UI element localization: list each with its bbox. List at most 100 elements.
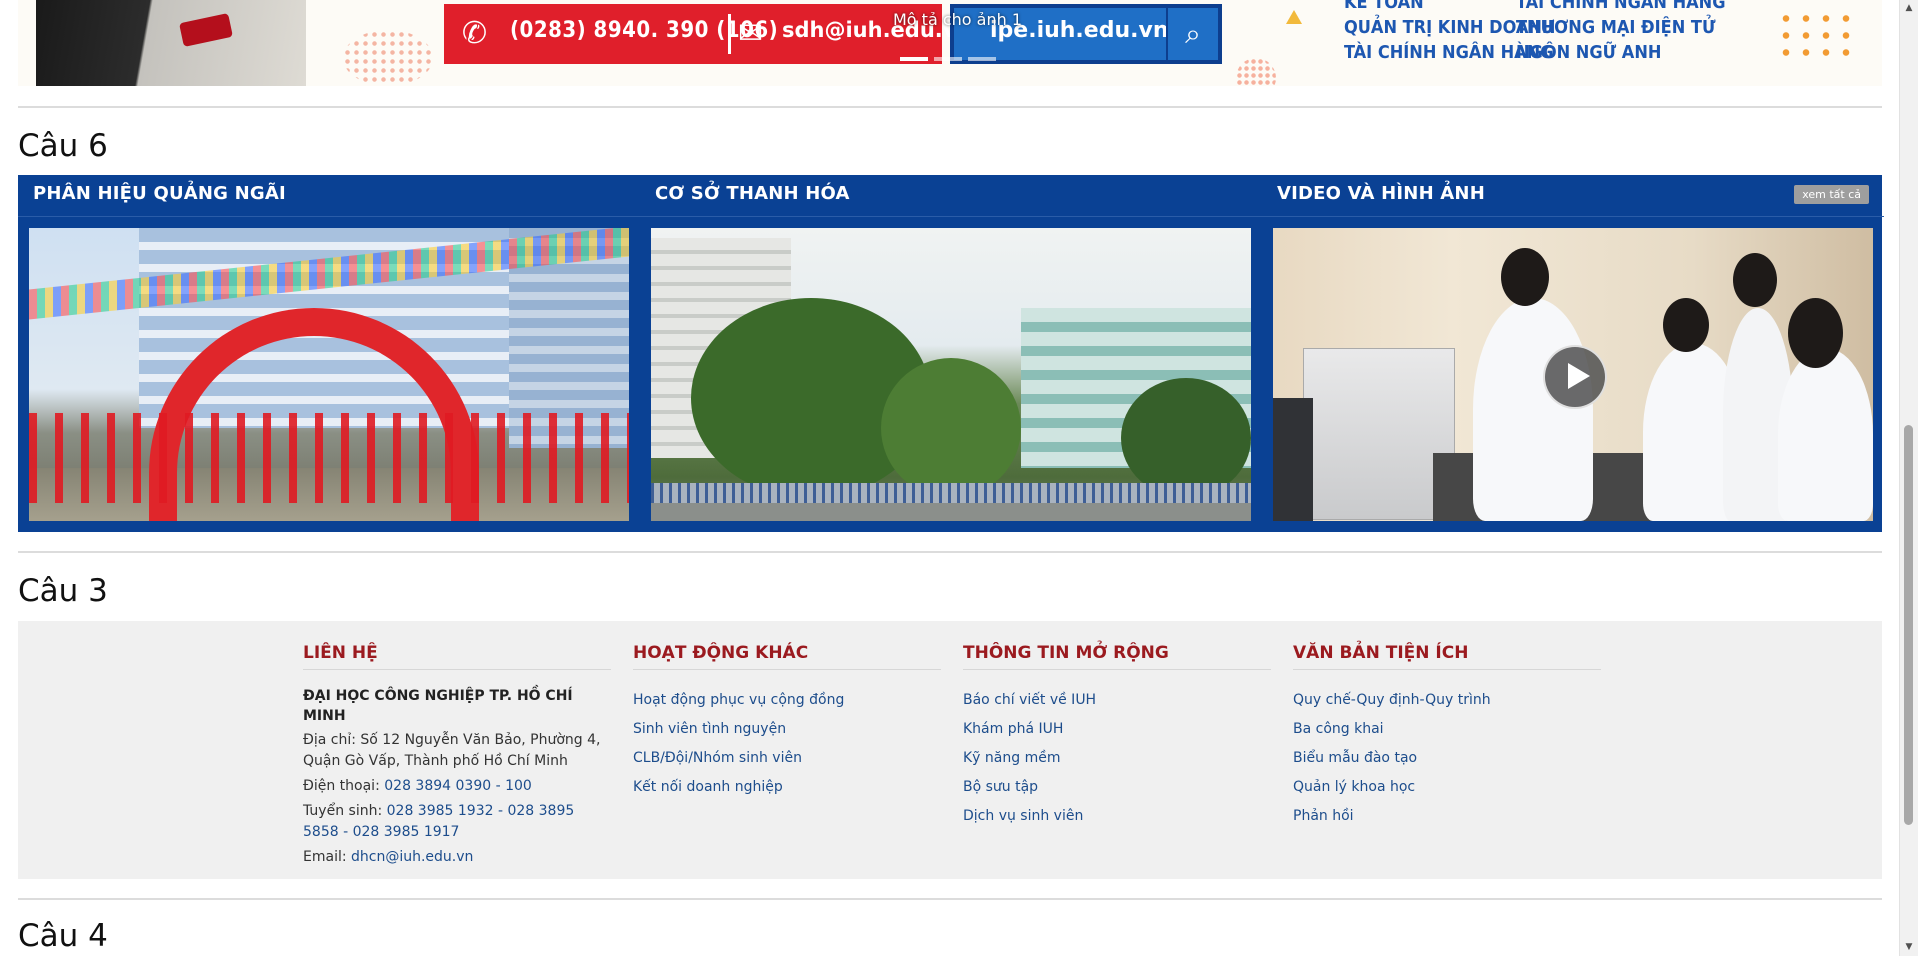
video-title[interactable]: VIDEO VÀ HÌNH ẢNH (1277, 183, 1485, 204)
banner-decoration (343, 30, 433, 86)
banner-decoration-ring (1236, 58, 1276, 86)
list-item: Biểu mẫu đào tạo (1293, 744, 1601, 773)
slide-indicator-3[interactable] (968, 57, 996, 61)
campus-panel: PHÂN HIỆU QUẢNG NGÃI CƠ SỞ THANH HÓA VID… (18, 175, 1884, 532)
slide-indicator-1[interactable] (900, 57, 928, 61)
major-item: THƯƠNG MẠI ĐIỆN TỬ (1516, 17, 1716, 38)
scrollbar-thumb[interactable] (1904, 425, 1913, 825)
page-scrollbar[interactable]: ▲ ▼ (1899, 0, 1918, 956)
section-title-cau-3: Câu 3 (18, 573, 108, 609)
major-item: KẾ TOÁN (1344, 0, 1424, 13)
quang-ngai-title[interactable]: PHÂN HIỆU QUẢNG NGÃI (33, 183, 286, 204)
person-head (1733, 253, 1777, 307)
play-icon[interactable] (1543, 345, 1607, 409)
documents-link[interactable]: Ba công khai (1293, 721, 1384, 737)
banner-separator (728, 14, 731, 54)
footer-documents-heading: VĂN BẢN TIỆN ÍCH (1293, 643, 1601, 670)
activities-list: Hoạt động phục vụ cộng đồng Sinh viên tì… (633, 686, 941, 802)
major-item: TÀI CHÍNH NGÂN HÀNG (1516, 0, 1726, 13)
documents-link[interactable]: Quy chế-Quy định-Quy trình (1293, 692, 1491, 708)
scroll-up-arrow-icon[interactable]: ▲ (1900, 0, 1918, 17)
list-item: Ba công khai (1293, 715, 1601, 744)
column-divider (18, 216, 640, 217)
video-column: VIDEO VÀ HÌNH ẢNH xem tất cả (1262, 175, 1884, 532)
activities-link[interactable]: Hoạt động phục vụ cộng đồng (633, 692, 844, 708)
thanh-hoa-photo[interactable] (651, 228, 1251, 521)
footer-contact-heading: LIÊN HỆ (303, 643, 611, 670)
thanh-hoa-column: CƠ SỞ THANH HÓA (640, 175, 1262, 532)
major-item: QUẢN TRỊ KINH DOANH (1344, 17, 1556, 38)
phone-icon: ✆ (462, 16, 488, 51)
banner-majors: KẾ TOÁN TÀI CHÍNH NGÂN HÀNG QUẢN TRỊ KINH… (1344, 0, 1726, 65)
email-link[interactable]: dhcn@iuh.edu.vn (351, 849, 473, 865)
column-divider (1262, 216, 1884, 217)
activities-link[interactable]: CLB/Đội/Nhóm sinh viên (633, 750, 802, 766)
banner-slider[interactable]: ✆ (0283) 8940. 390 (106) ✉ sdh@iuh.edu.v… (18, 0, 1882, 86)
quang-ngai-column: PHÂN HIỆU QUẢNG NGÃI (18, 175, 640, 532)
list-item: Hoạt động phục vụ cộng đồng (633, 686, 941, 715)
mail-icon: ✉ (738, 16, 764, 51)
footer-more-info-heading: THÔNG TIN MỞ RỘNG (963, 643, 1271, 670)
address-line: Địa chỉ: Số 12 Nguyễn Văn Bảo, Phường 4,… (303, 730, 611, 772)
more-info-link[interactable]: Khám phá IUH (963, 721, 1063, 737)
phone-label: Điện thoại: (303, 778, 380, 794)
scroll-down-arrow-icon[interactable]: ▼ (1900, 939, 1918, 956)
divider (18, 898, 1882, 900)
more-info-link[interactable]: Báo chí viết về IUH (963, 692, 1096, 708)
person (1473, 298, 1593, 521)
footer-activities-heading: HOẠT ĐỘNG KHÁC (633, 643, 941, 670)
red-flags (29, 413, 629, 503)
video-thumbnail[interactable] (1273, 228, 1873, 521)
see-all-button[interactable]: xem tất cả (1794, 185, 1869, 204)
quang-ngai-photo[interactable] (29, 228, 629, 521)
documents-link[interactable]: Biểu mẫu đào tạo (1293, 750, 1417, 766)
phone-line: Điện thoại: 028 3894 0390 - 100 (303, 776, 611, 797)
major-item: TÀI CHÍNH NGÂN HÀNG (1344, 42, 1554, 63)
phone-link[interactable]: 028 3894 0390 - 100 (384, 778, 532, 794)
address-label: Địa chỉ: (303, 732, 356, 748)
person-head (1663, 298, 1709, 352)
list-item: Kỹ năng mềm (963, 744, 1271, 773)
documents-link[interactable]: Quản lý khoa học (1293, 779, 1415, 795)
person-head (1788, 298, 1843, 368)
list-item: Quy chế-Quy định-Quy trình (1293, 686, 1601, 715)
list-item: Bộ sưu tập (963, 773, 1271, 802)
activities-link[interactable]: Sinh viên tình nguyện (633, 721, 786, 737)
more-info-link[interactable]: Kỹ năng mềm (963, 750, 1060, 766)
fence (651, 483, 1251, 503)
more-info-link[interactable]: Dịch vụ sinh viên (963, 808, 1083, 824)
footer-activities: HOẠT ĐỘNG KHÁC Hoạt động phục vụ cộng đồ… (633, 643, 941, 802)
person (1778, 348, 1873, 521)
org-name: ĐẠI HỌC CÔNG NGHIỆP TP. HỒ CHÍ MINH (303, 688, 573, 724)
list-item: Quản lý khoa học (1293, 773, 1601, 802)
banner-dot-grid (1776, 10, 1858, 60)
admission-line: Tuyển sinh: 028 3985 1932 - 028 3895 585… (303, 801, 611, 843)
list-item: Sinh viên tình nguyện (633, 715, 941, 744)
list-item: Kết nối doanh nghiệp (633, 773, 941, 802)
list-item: Báo chí viết về IUH (963, 686, 1271, 715)
documents-link[interactable]: Phản hồi (1293, 808, 1354, 824)
footer: LIÊN HỆ ĐẠI HỌC CÔNG NGHIỆP TP. HỒ CHÍ M… (18, 621, 1882, 879)
search-icon: ⌕ (1166, 8, 1218, 60)
more-info-link[interactable]: Bộ sưu tập (963, 779, 1038, 795)
list-item: Khám phá IUH (963, 715, 1271, 744)
list-item: Phản hồi (1293, 802, 1601, 831)
divider (18, 551, 1882, 553)
slide-indicator-2[interactable] (934, 57, 962, 61)
major-item: NGÔN NGỮ ANH (1516, 42, 1662, 63)
divider (18, 106, 1882, 108)
banner-decoration-triangle (1286, 10, 1302, 24)
column-divider (640, 216, 1262, 217)
thanh-hoa-title[interactable]: CƠ SỞ THANH HÓA (655, 183, 850, 204)
person-head (1501, 248, 1549, 306)
road (651, 503, 1251, 521)
tree (1121, 378, 1251, 498)
activities-link[interactable]: Kết nối doanh nghiệp (633, 779, 783, 795)
section-title-cau-6: Câu 6 (18, 128, 108, 164)
footer-more-info: THÔNG TIN MỞ RỘNG Báo chí viết về IUH Kh… (963, 643, 1271, 831)
list-item: Dịch vụ sinh viên (963, 802, 1271, 831)
email-line: Email: dhcn@iuh.edu.vn (303, 847, 611, 868)
contact-block: ĐẠI HỌC CÔNG NGHIỆP TP. HỒ CHÍ MINH Địa … (303, 686, 611, 868)
monitor (1273, 398, 1313, 521)
footer-contact: LIÊN HỆ ĐẠI HỌC CÔNG NGHIỆP TP. HỒ CHÍ M… (303, 643, 611, 868)
